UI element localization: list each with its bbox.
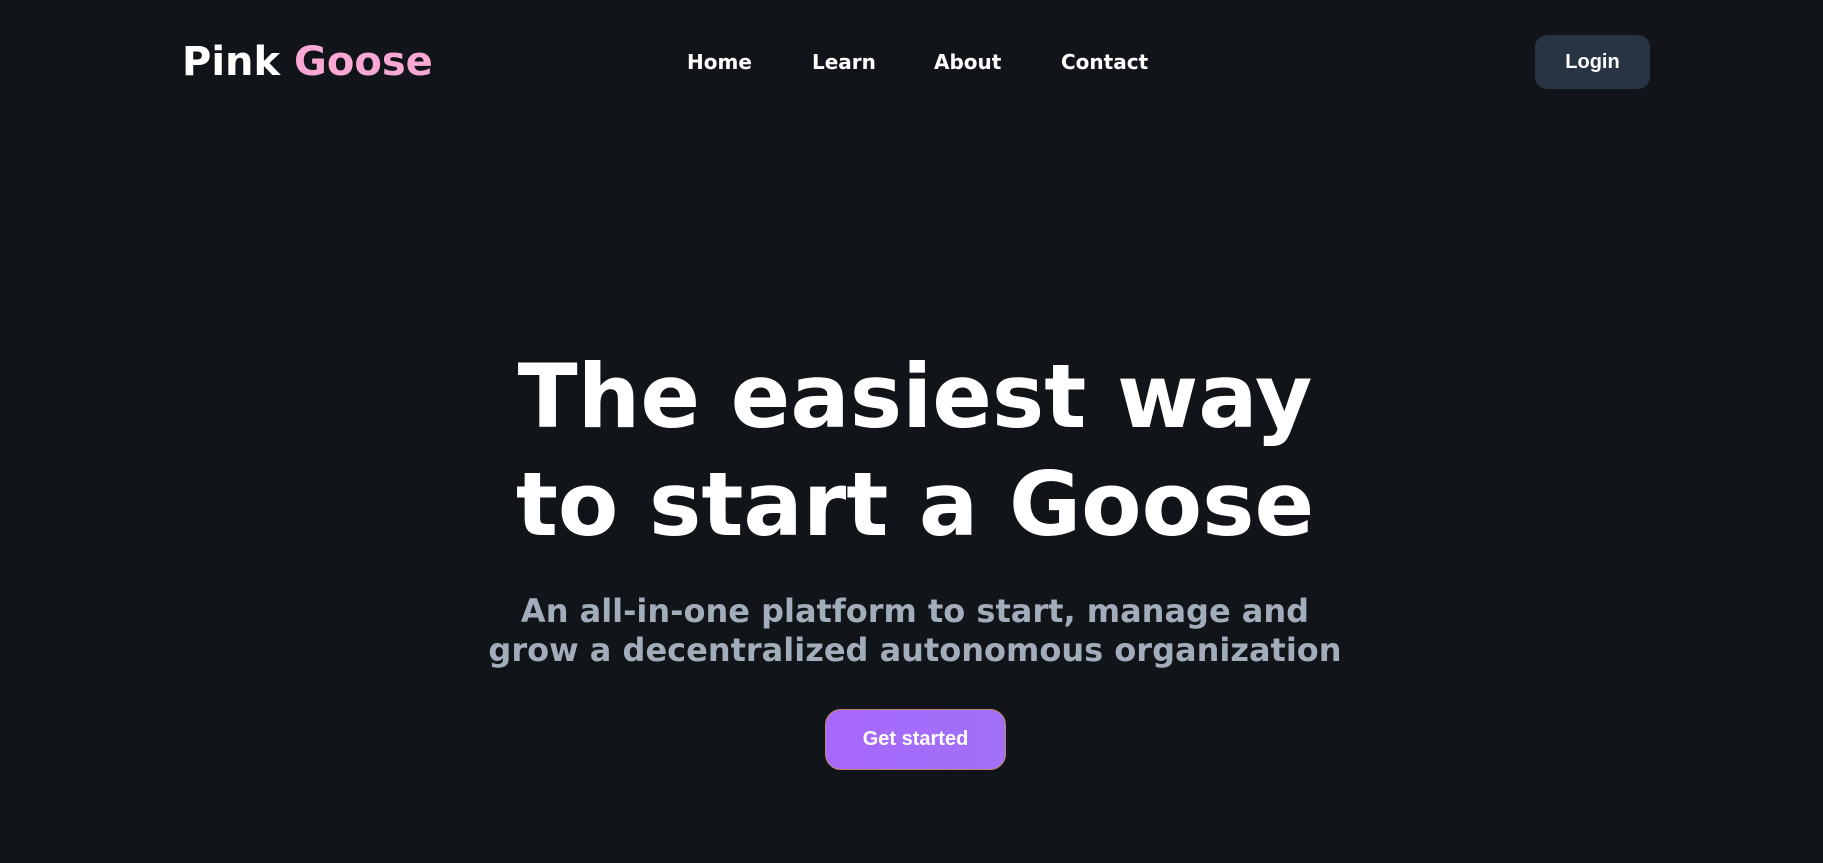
- hero-subtitle-line-1: An all-in-one platform to start, manage …: [520, 592, 1310, 630]
- landing-page: Pink Goose Home Learn About Contact Logi…: [0, 0, 1823, 863]
- hero-title-line-1: The easiest way: [517, 345, 1313, 448]
- get-started-button[interactable]: Get started: [825, 709, 1006, 770]
- nav-link-about[interactable]: About: [934, 49, 1001, 75]
- nav-link-contact[interactable]: Contact: [1061, 49, 1148, 75]
- nav-link-learn[interactable]: Learn: [812, 49, 876, 75]
- hero-title: The easiest way to start a Goose: [0, 343, 1823, 559]
- nav-link-home[interactable]: Home: [687, 49, 752, 75]
- login-button[interactable]: Login: [1535, 35, 1650, 89]
- hero-subtitle: An all-in-one platform to start, manage …: [0, 592, 1823, 670]
- hero-title-line-2: to start a Goose: [515, 453, 1315, 556]
- hero-subtitle-line-2: grow a decentralized autonomous organiza…: [488, 631, 1342, 669]
